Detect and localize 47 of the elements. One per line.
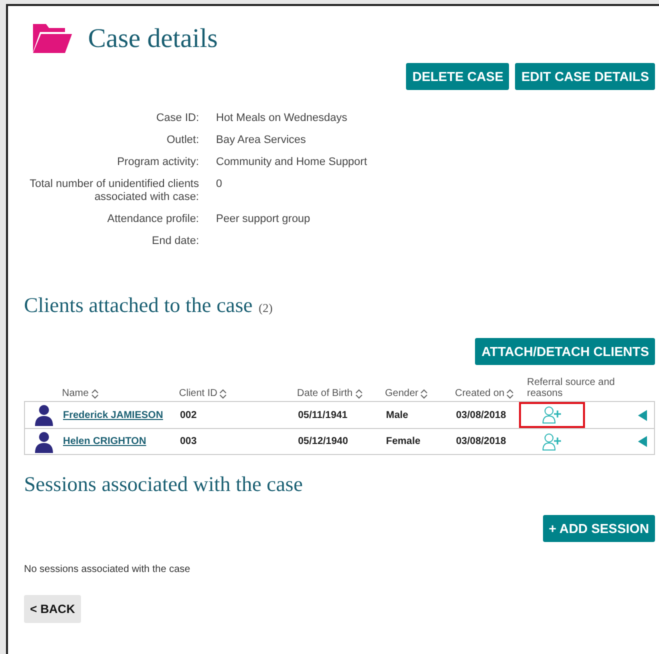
client-count: (2) — [258, 300, 273, 317]
attach-clients-button[interactable]: ATTACH/DETACH CLIENTS — [475, 338, 655, 365]
section-title: Clients attached to the case — [24, 292, 253, 319]
person-icon — [33, 404, 55, 426]
table-cell-text: Female — [386, 435, 422, 449]
section-title: Sessions associated with the case — [24, 471, 304, 498]
sort-icon[interactable] — [506, 388, 514, 398]
add-session-button[interactable]: + ADD SESSION — [542, 514, 655, 542]
field-label: End date: — [150, 235, 199, 248]
table-cell-text: 05/11/1941 — [298, 408, 348, 422]
sort-icon[interactable] — [219, 388, 228, 398]
client-name-link[interactable]: Helen CRIGHTON — [63, 436, 146, 447]
folder-icon — [32, 22, 72, 54]
field-value: Hot Meals on Wednesdays — [216, 112, 348, 125]
empty-message: No sessions associated with the case — [24, 563, 192, 577]
field-label: Case ID: — [155, 112, 199, 125]
sort-icon[interactable] — [354, 388, 363, 398]
column-header[interactable]: Created on — [455, 388, 504, 399]
column-header[interactable]: Gender — [385, 388, 418, 399]
field-label: Total number of unidentified clients associated with case: — [28, 178, 199, 204]
client-name-link[interactable]: Frederick JAMIESON — [63, 410, 164, 420]
person-icon — [33, 430, 55, 452]
column-header[interactable]: Client ID — [179, 388, 218, 399]
field-label: Attendance profile: — [106, 213, 199, 226]
field-value: Peer support group — [216, 213, 310, 226]
expand-arrow-icon[interactable] — [638, 436, 647, 447]
action-button[interactable]: EDIT CASE DETAILS — [515, 62, 655, 90]
column-header[interactable]: Name — [62, 388, 89, 399]
sort-icon[interactable] — [420, 388, 428, 398]
field-label: Outlet: — [166, 134, 199, 147]
back-button[interactable]: < BACK — [24, 595, 82, 623]
field-value: Community and Home Support — [216, 156, 368, 169]
expand-arrow-icon[interactable] — [638, 410, 647, 420]
table-cell-text: 003 — [180, 435, 198, 449]
table-cell-text: 002 — [180, 408, 198, 422]
column-header[interactable]: Date of Birth — [297, 388, 353, 399]
table-cell-text: 03/08/2018 — [456, 435, 508, 449]
action-button[interactable]: DELETE CASE — [406, 62, 510, 90]
field-value: 0 — [216, 178, 222, 192]
table-cell-text: 05/12/1940 — [298, 435, 350, 449]
table-cell-text: Male — [386, 408, 410, 422]
field-label: Program activity: — [116, 156, 199, 169]
sort-icon[interactable] — [90, 388, 99, 398]
field-value: Bay Area Services — [216, 134, 306, 147]
table-cell-text: 03/08/2018 — [456, 408, 508, 422]
page-title: Case details — [88, 22, 218, 55]
column-header[interactable]: Referral source and reasons — [527, 377, 637, 399]
